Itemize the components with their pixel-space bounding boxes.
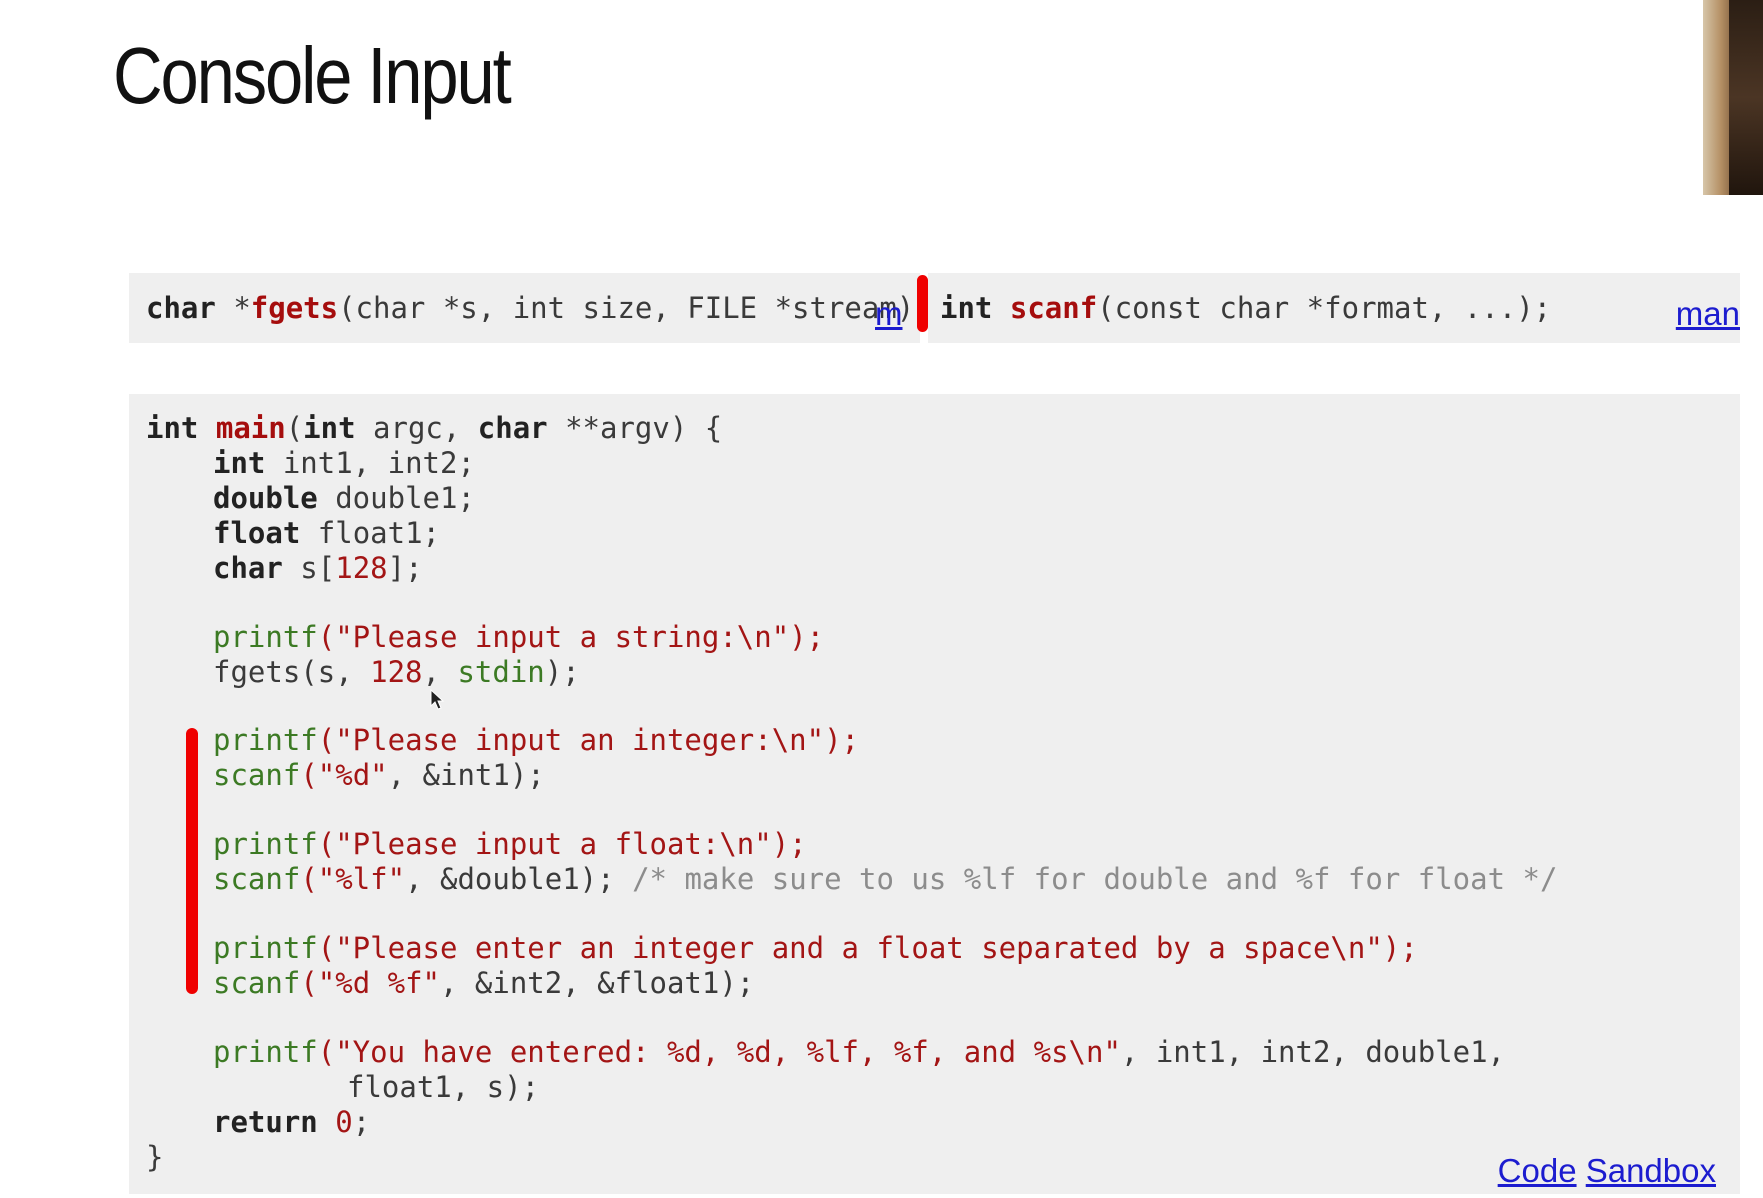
highlight-bar-scanf-block [186, 728, 198, 994]
code-line-11: scanf("%lf", &double1); /* make sure to … [213, 862, 1558, 896]
sandbox-links: Code Sandbox [1498, 1152, 1716, 1190]
scanf-signature: int scanf(const char *format, ...); [940, 291, 1552, 325]
fgets-signature-box: char *fgets(char *s, int size, FILE *str… [129, 273, 932, 343]
fgets-signature: char *fgets(char *s, int size, FILE *str… [146, 291, 932, 325]
code-line-17: } [146, 1140, 164, 1174]
code-line-13: scanf("%d %f", &int2, &float1); [213, 966, 755, 1000]
code-line-6: printf("Please input a string:\n"); [213, 620, 825, 654]
mouse-cursor-icon [430, 689, 445, 710]
code-line-14: printf("You have entered: %d, %d, %lf, %… [213, 1035, 1506, 1069]
code-line-1: int main(int argc, char **argv) { [146, 411, 723, 445]
scanf-signature-box: int scanf(const char *format, ...); man [928, 273, 1740, 343]
code-line-2: int int1, int2; [213, 446, 475, 480]
code-block: int main(int argc, char **argv) { int in… [129, 394, 1740, 1194]
scanf-man-link[interactable]: man [1676, 295, 1740, 333]
code-line-5: char s[128]; [213, 551, 423, 585]
fgets-man-link[interactable]: m [875, 295, 903, 333]
code-line-9: scanf("%d", &int1); [213, 758, 545, 792]
code-line-16: return 0; [213, 1105, 371, 1139]
slide-title: Console Input [113, 31, 512, 120]
code-line-10: printf("Please input a float:\n"); [213, 827, 807, 861]
code-line-3: double double1; [213, 481, 475, 515]
presenter-webcam [1703, 0, 1763, 195]
code-line-8: printf("Please input an integer:\n"); [213, 723, 860, 757]
code-link[interactable]: Code [1498, 1152, 1577, 1189]
code-line-7: fgets(s, 128, stdin); [213, 655, 580, 689]
code-line-12: printf("Please enter an integer and a fl… [213, 931, 1418, 965]
code-line-15: float1, s); [347, 1070, 540, 1104]
code-line-4: float float1; [213, 516, 440, 550]
highlight-bar-scanf [917, 275, 928, 332]
sandbox-link[interactable]: Sandbox [1586, 1152, 1716, 1189]
